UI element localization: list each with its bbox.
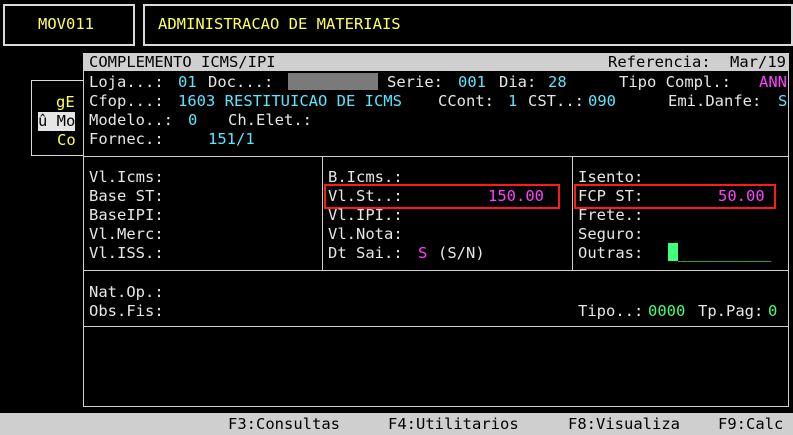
separator-bottom	[84, 326, 788, 327]
modelo-label: Modelo..:	[89, 111, 173, 129]
tp-pag-value[interactable]: 0	[768, 302, 777, 321]
f8-visualiza-key[interactable]: F8:Visualiza	[568, 415, 680, 434]
background-menu-item-3[interactable]: Co	[57, 131, 76, 150]
dt-sai-value[interactable]: S	[418, 244, 427, 263]
f4-utilitarios-key[interactable]: F4:Utilitarios	[388, 415, 519, 434]
cst-value[interactable]: 090	[588, 92, 616, 111]
doc-label: Doc...:	[208, 73, 274, 91]
modelo-value[interactable]: 0	[188, 111, 197, 130]
vl-st-value[interactable]: 150.00	[488, 187, 544, 206]
vl-st-label: Vl.St..:	[328, 187, 403, 205]
doc-value-redacted[interactable]	[288, 73, 378, 90]
fornec-label: Fornec.:	[89, 130, 164, 148]
emi-danfe-label: Emi.Danfe:	[668, 92, 762, 110]
loja-label: Loja...:	[89, 73, 164, 91]
dt-sai-hint: (S/N)	[438, 244, 485, 262]
separator-top	[84, 156, 788, 157]
base-ipi-label: BaseIPI:	[89, 206, 164, 224]
separator-middle	[84, 270, 788, 271]
dialog-title: COMPLEMENTO ICMS/IPI	[89, 53, 276, 71]
background-menu-item-2[interactable]: û Mo	[38, 112, 76, 131]
fcp-st-value[interactable]: 50.00	[718, 187, 765, 206]
frete-label: Frete.:	[578, 206, 644, 224]
vl-iss-label: Vl.ISS.:	[89, 244, 164, 262]
vl-ipi-label: Vl.IPI.:	[328, 206, 403, 224]
vl-icms-label: Vl.Icms:	[89, 168, 164, 186]
cst-label: CST..:	[528, 92, 584, 110]
tipo-value[interactable]: 0000	[648, 302, 685, 321]
outras-label: Outras:	[578, 244, 644, 262]
program-code: MOV011	[38, 15, 94, 33]
ccont-label: CCont:	[438, 92, 494, 110]
fornec-value[interactable]: 151/1	[208, 130, 255, 149]
dia-label: Dia:	[499, 73, 537, 91]
text-cursor	[668, 243, 678, 261]
serie-value[interactable]: 001	[458, 73, 486, 92]
system-title: ADMINISTRACAO DE MATERIAIS	[158, 15, 401, 33]
base-st-label: Base ST:	[89, 187, 164, 205]
column-divider-1	[322, 157, 323, 270]
f3-consultas-key[interactable]: F3:Consultas	[228, 415, 340, 434]
reference-value: Mar/19	[730, 53, 786, 71]
dia-value[interactable]: 28	[548, 73, 567, 92]
vl-nota-label: Vl.Nota:	[328, 225, 403, 243]
tp-pag-label: Tp.Pag:	[698, 302, 764, 320]
column-divider-2	[572, 157, 573, 270]
tipo-compl-value[interactable]: ANN	[759, 73, 787, 92]
seguro-label: Seguro:	[578, 225, 644, 243]
loja-value[interactable]: 01	[178, 73, 197, 92]
ch-elet-label: Ch.Elet.:	[228, 111, 312, 129]
ccont-value[interactable]: 1	[508, 92, 517, 111]
fcp-st-label: FCP ST:	[578, 187, 644, 205]
vl-merc-label: Vl.Merc:	[89, 225, 164, 243]
background-menu-item-1[interactable]: gE	[56, 93, 75, 112]
f9-calc-key[interactable]: F9:Calc	[718, 415, 783, 434]
serie-label: Serie:	[387, 73, 443, 91]
tipo-label: Tipo..:	[578, 302, 644, 320]
cfop-label: Cfop...:	[89, 92, 164, 110]
dt-sai-label: Dt Sai.:	[328, 244, 403, 262]
reference-label: Referencia:	[608, 53, 711, 71]
obs-fis-label: Obs.Fis:	[89, 302, 164, 320]
outras-input[interactable]: __________	[678, 244, 771, 263]
emi-danfe-value[interactable]: S	[778, 92, 787, 111]
nat-op-label: Nat.Op.:	[89, 283, 164, 301]
tipo-compl-label: Tipo Compl.:	[619, 73, 731, 91]
cfop-value[interactable]: 1603 RESTITUICAO DE ICMS	[178, 92, 402, 111]
